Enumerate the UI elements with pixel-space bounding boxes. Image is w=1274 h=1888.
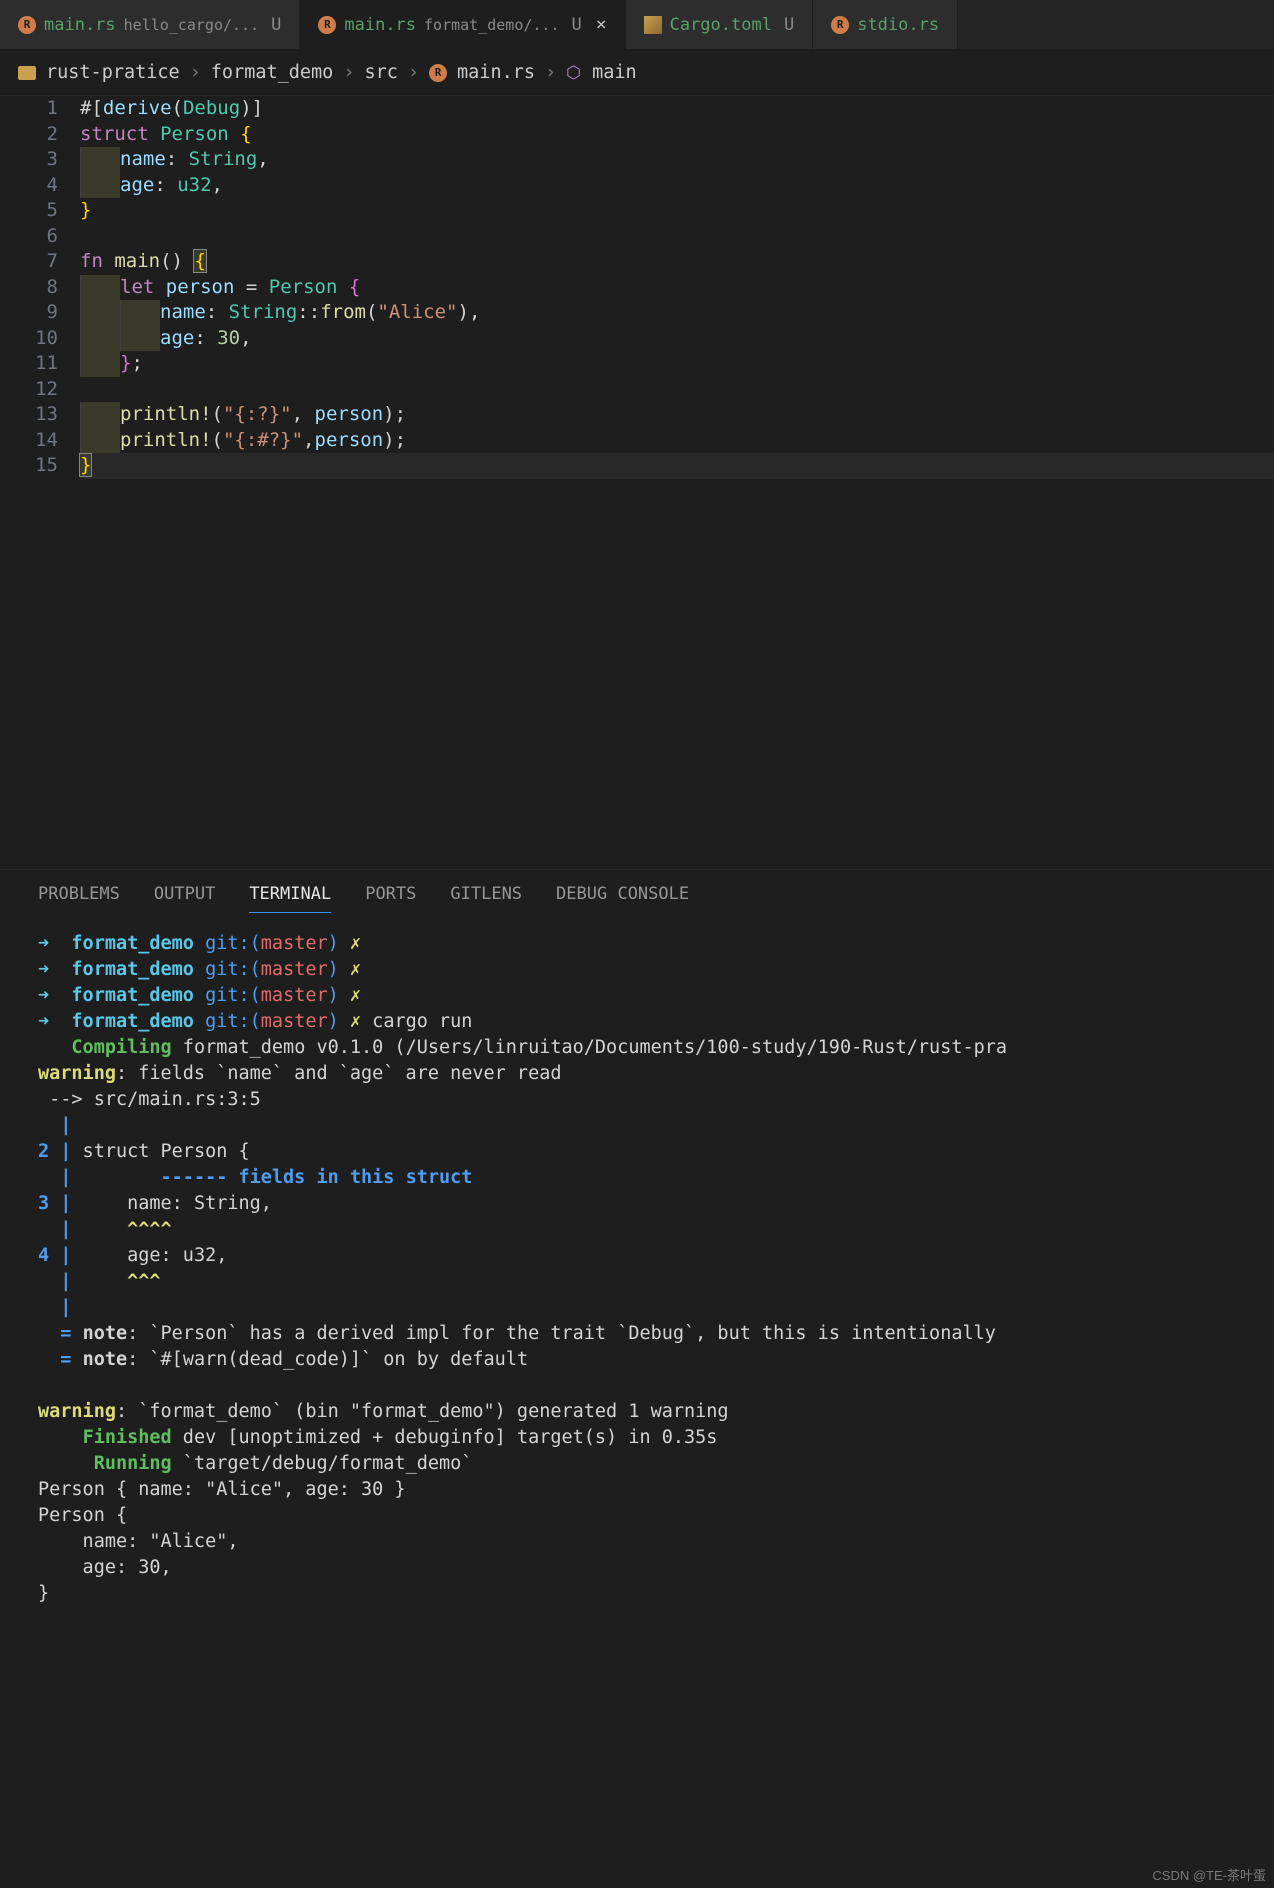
chevron-right-icon: › bbox=[343, 62, 354, 83]
panel-tabs: PROBLEMS OUTPUT TERMINAL PORTS GITLENS DEBUG … bbox=[0, 869, 1274, 925]
tab-filename: main.rs bbox=[44, 15, 116, 35]
panel-tab-terminal[interactable]: TERMINAL bbox=[249, 884, 331, 913]
tab-status: U bbox=[784, 15, 794, 35]
chevron-right-icon: › bbox=[190, 62, 201, 83]
editor-tab[interactable]: Rstdio.rs bbox=[813, 0, 958, 49]
breadcrumb[interactable]: rust-pratice › format_demo › src › R mai… bbox=[0, 50, 1274, 96]
tab-filename: stdio.rs bbox=[857, 15, 939, 35]
editor-tab[interactable]: Cargo.toml U bbox=[626, 0, 814, 49]
panel-tab-ports[interactable]: PORTS bbox=[365, 884, 416, 913]
breadcrumb-part[interactable]: main bbox=[592, 62, 637, 83]
tab-path: format_demo/... bbox=[424, 16, 559, 34]
breadcrumb-part[interactable]: format_demo bbox=[211, 62, 334, 83]
panel-tab-problems[interactable]: PROBLEMS bbox=[38, 884, 120, 913]
panel-tab-gitlens[interactable]: GITLENS bbox=[450, 884, 522, 913]
rust-icon: R bbox=[831, 16, 849, 34]
close-icon[interactable]: × bbox=[596, 14, 607, 35]
toml-icon bbox=[644, 16, 662, 34]
panel-tab-debug-console[interactable]: DEBUG CONSOLE bbox=[556, 884, 689, 913]
code-editor[interactable]: 123456789101112131415 #[derive(Debug)]st… bbox=[0, 96, 1274, 479]
editor-tab[interactable]: Rmain.rs format_demo/... U × bbox=[300, 0, 625, 49]
editor-empty-space[interactable] bbox=[0, 479, 1274, 869]
line-numbers: 123456789101112131415 bbox=[0, 96, 80, 479]
breadcrumb-part[interactable]: main.rs bbox=[457, 62, 535, 83]
rust-icon: R bbox=[429, 64, 447, 82]
chevron-right-icon: › bbox=[545, 62, 556, 83]
tab-path: hello_cargo/... bbox=[124, 16, 259, 34]
tab-filename: main.rs bbox=[344, 15, 416, 35]
editor-tab[interactable]: Rmain.rs hello_cargo/... U bbox=[0, 0, 300, 49]
tab-status: U bbox=[271, 15, 281, 35]
tab-filename: Cargo.toml bbox=[670, 15, 772, 35]
breadcrumb-part[interactable]: src bbox=[364, 62, 397, 83]
editor-tabs: Rmain.rs hello_cargo/... U Rmain.rs format_d… bbox=[0, 0, 1274, 50]
terminal-output[interactable]: ➜ format_demo git:(master) ✗ ➜ format_de… bbox=[0, 925, 1274, 1613]
chevron-right-icon: › bbox=[408, 62, 419, 83]
breadcrumb-part[interactable]: rust-pratice bbox=[46, 62, 180, 83]
code-content[interactable]: #[derive(Debug)]struct Person {name: Str… bbox=[80, 96, 1274, 479]
watermark: CSDN @TE-茶叶蛋 bbox=[1152, 1865, 1266, 1884]
folder-icon bbox=[18, 66, 36, 80]
rust-icon: R bbox=[18, 16, 36, 34]
rust-icon: R bbox=[318, 16, 336, 34]
symbol-icon: ⬡ bbox=[566, 65, 582, 81]
panel-tab-output[interactable]: OUTPUT bbox=[154, 884, 215, 913]
tab-status: U bbox=[572, 15, 582, 35]
